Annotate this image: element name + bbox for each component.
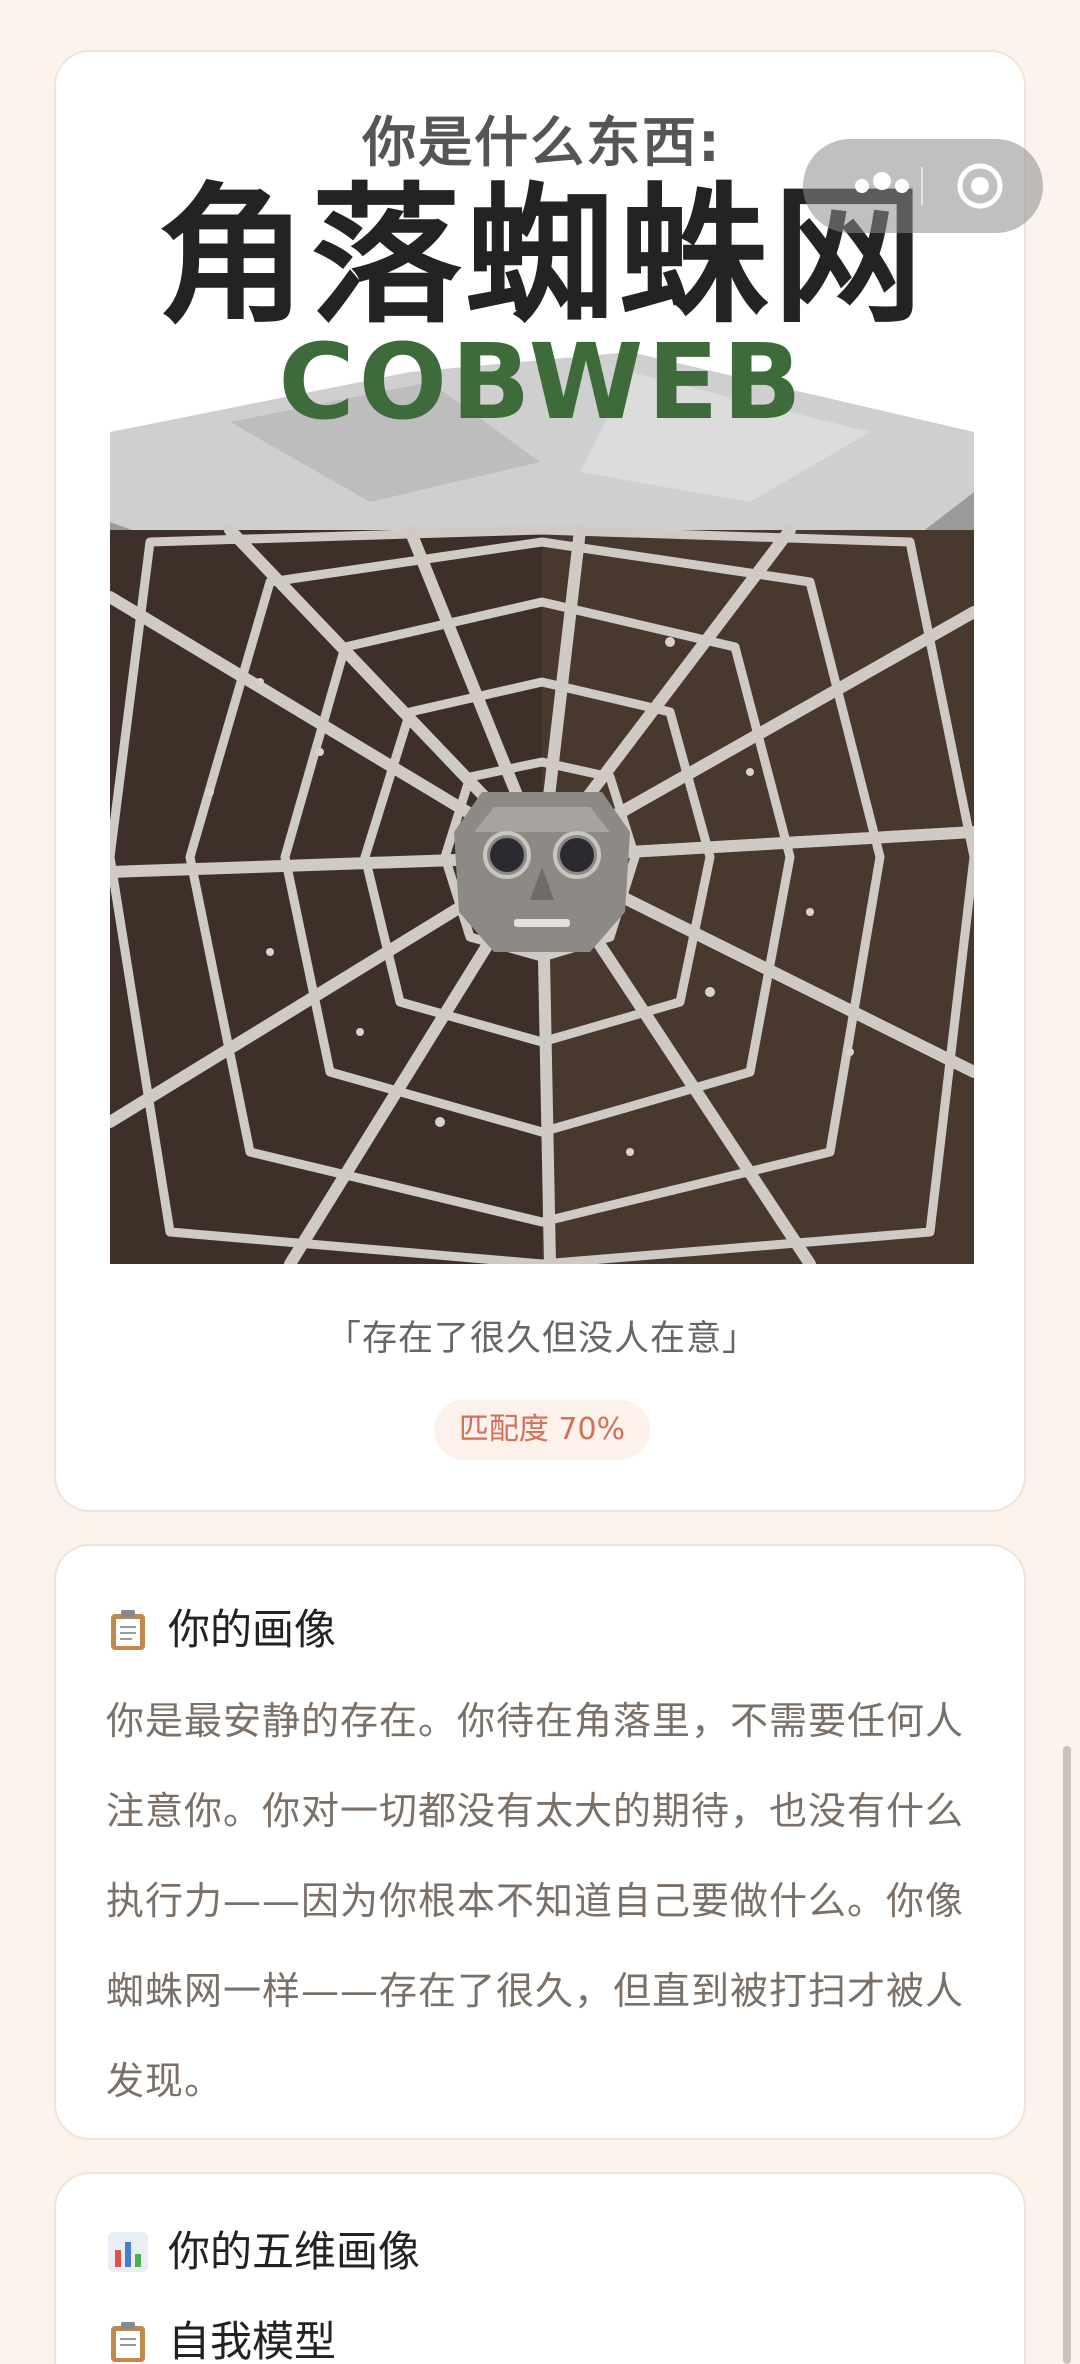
bar-chart-icon — [108, 2232, 148, 2272]
portrait-description: 你是最安静的存在。你待在角落里，不需要任何人注意你。你对一切都没有太大的期待，也… — [106, 1699, 965, 2103]
result-card: 你是什么东西: 角落蜘蛛网 COBWEB 「存在了很久但没人在意」 匹配度 70… — [54, 50, 1026, 1512]
target-close-icon[interactable] — [955, 161, 1005, 211]
dimensions-card: 你的五维画像 自我模型 — [54, 2172, 1026, 2364]
dimensions-heading: 你的五维画像 — [106, 2224, 420, 2280]
portrait-card: 你的画像 你是最安静的存在。你待在角落里，不需要任何人注意你。你对一切都没有太大… — [54, 1544, 1026, 2140]
result-poster: 你是什么东西: 角落蜘蛛网 COBWEB — [56, 52, 1024, 1264]
dimensions-title: 你的五维画像 — [168, 2227, 421, 2276]
cobweb-illustration — [110, 352, 974, 1264]
more-dots-icon[interactable] — [847, 169, 917, 203]
dimension-label: 自我模型 — [168, 2317, 337, 2364]
capsule-divider — [921, 167, 923, 205]
result-quote: 「存在了很久但没人在意」 — [325, 1319, 758, 1359]
clipboard-icon — [111, 1610, 145, 1650]
dimension-self-model: 自我模型 — [106, 2314, 336, 2364]
page: 你是什么东西: 角落蜘蛛网 COBWEB 「存在了很久但没人在意」 匹配度 70… — [0, 0, 1080, 2364]
portrait-heading: 你的画像 — [106, 1602, 336, 1658]
match-badge: 匹配度 70% — [434, 1400, 650, 1460]
miniprogram-capsule — [803, 139, 1043, 233]
portrait-title: 你的画像 — [168, 1605, 337, 1654]
clipboard-icon — [111, 2322, 145, 2362]
scrollbar[interactable] — [1063, 1746, 1071, 2364]
poster-subtitle: COBWEB — [278, 321, 806, 443]
